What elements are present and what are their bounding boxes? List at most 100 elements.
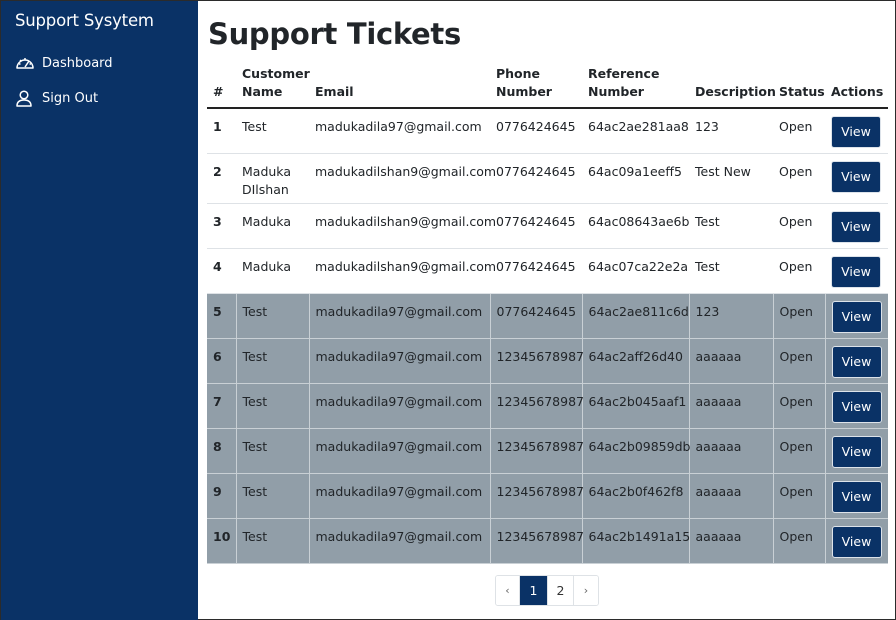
pagination-prev[interactable]: ‹ [496, 576, 520, 605]
cell-num: 8 [207, 428, 237, 474]
cell-customer-name: Test [236, 383, 310, 429]
pagination-page-2[interactable]: 2 [548, 576, 574, 605]
cell-customer-name: Maduka [236, 248, 309, 294]
cell-status: Open [773, 108, 825, 154]
cell-description: Test [689, 248, 773, 294]
pagination: ‹ 1 2 › [495, 575, 599, 606]
cell-phone: 0776424645 [490, 293, 583, 339]
tickets-table: # Customer Name Email Phone Number Refer… [207, 62, 888, 564]
cell-num: 10 [207, 518, 237, 564]
cell-reference: 64ac2aff26d40 [582, 338, 690, 384]
cell-email: madukadilshan9@gmail.com [309, 153, 496, 204]
page-title: Support Tickets [208, 17, 461, 51]
col-header-email: Email [309, 62, 490, 109]
sidebar-item-label: Sign Out [42, 91, 99, 106]
cell-description: aaaaaa [689, 473, 774, 519]
view-button[interactable]: View [831, 116, 881, 148]
cell-reference: 64ac08643ae6b [582, 203, 689, 249]
view-button[interactable]: View [831, 390, 882, 423]
sidebar-item-label: Dashboard [42, 55, 113, 71]
table-row: 8 Test madukadila97@gmail.com 1234567898… [207, 428, 888, 474]
table-row: 2 Maduka DIlshan madukadilshan9@gmail.co… [207, 153, 888, 204]
cell-reference: 64ac2ae281aa8 [582, 108, 689, 154]
col-header-customer-name: Customer Name [236, 62, 310, 109]
cell-reference: 64ac07ca22e2a [582, 248, 689, 294]
cell-reference: 64ac2b09859db [582, 428, 690, 474]
cell-actions: View [825, 108, 888, 154]
cell-actions: View [825, 383, 888, 429]
view-button[interactable]: View [831, 525, 882, 558]
cell-email: madukadilshan9@gmail.com [309, 203, 496, 249]
cell-description: Test [689, 203, 773, 249]
cell-email: madukadila97@gmail.com [309, 293, 491, 339]
cell-phone: 12345678987 [490, 428, 584, 474]
cell-description: aaaaaa [689, 338, 774, 384]
cell-num: 2 [207, 153, 236, 204]
cell-actions: View [825, 248, 888, 294]
brand-title: Support Sysytem [15, 11, 154, 30]
cell-email: madukadila97@gmail.com [309, 473, 491, 519]
table-row: 1 Test madukadila97@gmail.com 0776424645… [207, 108, 888, 154]
cell-actions: View [825, 203, 888, 249]
cell-reference: 64ac09a1eeff5 [582, 153, 689, 204]
cell-num: 6 [207, 338, 237, 384]
cell-customer-name: Test [236, 108, 309, 154]
cell-description: aaaaaa [689, 428, 774, 474]
cell-customer-name: Maduka DIlshan [236, 153, 309, 204]
col-header-phone: Phone Number [490, 62, 582, 109]
cell-email: madukadila97@gmail.com [309, 518, 491, 564]
cell-status: Open [773, 338, 826, 384]
person-icon [15, 90, 35, 107]
cell-actions: View [825, 473, 888, 519]
col-header-description: Description [689, 62, 776, 109]
view-button[interactable]: View [831, 255, 881, 288]
cell-actions: View [825, 518, 888, 564]
cell-phone: 0776424645 [490, 153, 582, 204]
table-row: 3 Maduka madukadilshan9@gmail.com 077642… [207, 203, 888, 249]
cell-description: aaaaaa [689, 383, 774, 429]
cell-status: Open [773, 428, 826, 474]
cell-status: Open [773, 153, 825, 204]
cell-phone: 0776424645 [490, 108, 582, 154]
cell-description: aaaaaa [689, 518, 774, 564]
cell-status: Open [773, 383, 826, 429]
table-row: 10 Test madukadila97@gmail.com 123456789… [207, 518, 888, 564]
cell-phone: 12345678987 [490, 518, 584, 564]
speedometer-icon [15, 55, 35, 71]
cell-num: 5 [207, 293, 237, 339]
pagination-next[interactable]: › [574, 576, 598, 605]
cell-phone: 0776424645 [490, 203, 582, 249]
cell-actions: View [825, 153, 888, 204]
cell-status: Open [773, 293, 826, 339]
view-button[interactable]: View [831, 210, 881, 243]
cell-reference: 64ac2ae811c6d [582, 293, 690, 339]
view-button[interactable]: View [831, 345, 882, 378]
sidebar-item-sign-out[interactable]: Sign Out [15, 90, 98, 107]
cell-reference: 64ac2b0f462f8 [582, 473, 690, 519]
view-button[interactable]: View [831, 480, 882, 513]
col-header-reference: Reference Number [582, 62, 689, 109]
cell-description: 123 [689, 293, 774, 339]
view-button[interactable]: View [831, 300, 882, 333]
cell-customer-name: Test [236, 338, 310, 384]
view-button[interactable]: View [831, 160, 881, 193]
sidebar-item-dashboard[interactable]: Dashboard [15, 55, 113, 71]
pagination-page-1[interactable]: 1 [520, 576, 548, 605]
cell-phone: 12345678987 [490, 473, 584, 519]
col-header-actions: Actions [825, 62, 888, 109]
sidebar: Support Sysytem Dashboard Sign Out [1, 1, 198, 620]
cell-actions: View [825, 428, 888, 474]
cell-status: Open [773, 473, 826, 519]
cell-num: 3 [207, 203, 236, 249]
cell-email: madukadila97@gmail.com [309, 108, 490, 154]
cell-actions: View [825, 338, 888, 384]
cell-num: 1 [207, 108, 236, 154]
cell-email: madukadilshan9@gmail.com [309, 248, 496, 294]
main-content: Support Tickets # Customer Name Email Ph… [207, 1, 888, 620]
cell-status: Open [773, 248, 825, 294]
col-header-status: Status [773, 62, 825, 109]
cell-num: 9 [207, 473, 237, 519]
view-button[interactable]: View [831, 435, 882, 468]
cell-status: Open [773, 518, 826, 564]
table-row: 7 Test madukadila97@gmail.com 1234567898… [207, 383, 888, 429]
